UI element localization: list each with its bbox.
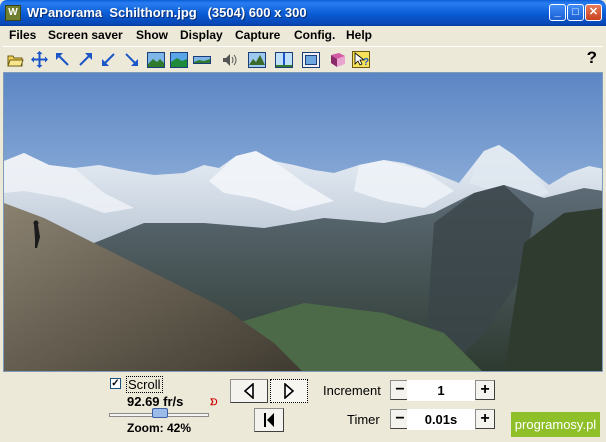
- control-panel: ✓ Scroll 92.69 fr/s ᗤ Zoom: 42% Incremen…: [0, 372, 606, 442]
- panorama-flat-button[interactable]: [191, 49, 212, 70]
- panorama-view-icon: [169, 51, 188, 68]
- book-button[interactable]: [327, 49, 348, 70]
- stretch-button[interactable]: [145, 49, 166, 70]
- fit-arrows-icon: [31, 51, 48, 68]
- maximize-icon: □: [572, 6, 579, 18]
- book-icon: [330, 52, 345, 67]
- checkmark-icon: ✓: [111, 378, 120, 389]
- play-left-icon: [243, 383, 254, 399]
- close-icon: ✕: [588, 6, 599, 18]
- play-left-button[interactable]: [230, 379, 268, 403]
- increment-plus-button[interactable]: +: [475, 380, 495, 400]
- panorama-image[interactable]: [3, 72, 603, 372]
- timer-value[interactable]: 0.01s: [407, 409, 475, 430]
- move-left-up-button[interactable]: [52, 49, 73, 70]
- landscape-button[interactable]: [246, 49, 267, 70]
- timer-plus-button[interactable]: +: [475, 409, 495, 429]
- help-cursor-button[interactable]: ?: [350, 49, 371, 70]
- panorama-view-button[interactable]: [168, 49, 189, 70]
- move-right-up-button[interactable]: [75, 49, 96, 70]
- menu-help[interactable]: Help: [346, 28, 372, 42]
- title-bar[interactable]: W WPanorama Schilthorn.jpg (3504) 600 x …: [0, 0, 606, 26]
- maximize-button[interactable]: □: [567, 4, 584, 21]
- help-button[interactable]: ?: [587, 48, 597, 68]
- scroll-checkbox[interactable]: ✓: [110, 378, 121, 389]
- stretch-image-icon: [146, 51, 165, 68]
- timer-label: Timer: [347, 412, 380, 427]
- move-left-down-button[interactable]: [98, 49, 119, 70]
- frame-rate: 92.69 fr/s: [127, 394, 184, 409]
- panorama-flat-icon: [192, 55, 211, 64]
- menu-display[interactable]: Display: [180, 28, 223, 42]
- menu-show[interactable]: Show: [136, 28, 168, 42]
- brand-badge[interactable]: programosy.pl: [511, 412, 600, 437]
- panorama-app-icon[interactable]: W: [5, 5, 21, 21]
- move-right-down-button[interactable]: [121, 49, 142, 70]
- toolbar: ? ?: [3, 46, 603, 72]
- menu-files[interactable]: Files: [9, 28, 36, 42]
- move-right-up-icon: [79, 53, 92, 66]
- horizon-icon: [274, 51, 293, 68]
- minimize-icon: _: [554, 6, 561, 18]
- move-left-up-icon: [56, 53, 69, 66]
- open-button[interactable]: [5, 49, 26, 70]
- speed-indicator-icon: ᗤ: [210, 397, 218, 407]
- window-title: WPanorama Schilthorn.jpg (3504) 600 x 30…: [27, 5, 307, 20]
- frame-icon: [301, 51, 320, 68]
- sound-icon: [223, 53, 237, 66]
- increment-value[interactable]: 1: [407, 380, 475, 401]
- landscape-icon: [247, 51, 266, 68]
- increment-label: Increment: [323, 383, 381, 398]
- move-left-down-icon: [102, 53, 115, 66]
- minimize-button[interactable]: _: [549, 4, 566, 21]
- zoom-slider-thumb[interactable]: [152, 408, 168, 418]
- horizon-button[interactable]: [273, 49, 294, 70]
- open-folder-icon: [7, 55, 24, 67]
- rewind-start-icon: [264, 413, 274, 427]
- frame-button[interactable]: [300, 49, 321, 70]
- play-right-button[interactable]: [270, 379, 308, 403]
- menu-capture[interactable]: Capture: [235, 28, 280, 42]
- rewind-start-button[interactable]: [254, 408, 284, 432]
- menu-config[interactable]: Config.: [294, 28, 335, 42]
- panorama-picture: [4, 73, 602, 371]
- zoom-level: Zoom: 42%: [127, 421, 192, 435]
- help-cursor-icon: ?: [351, 51, 370, 68]
- sound-button[interactable]: [219, 49, 240, 70]
- fit-button[interactable]: [29, 49, 50, 70]
- close-button[interactable]: ✕: [585, 4, 602, 21]
- move-right-down-icon: [125, 53, 138, 66]
- menu-screen-saver[interactable]: Screen saver: [48, 28, 123, 42]
- svg-text:?: ?: [363, 57, 369, 68]
- play-right-icon: [284, 383, 295, 399]
- menu-bar: Files Screen saver Show Display Capture …: [3, 26, 603, 45]
- scroll-label[interactable]: Scroll: [126, 376, 163, 393]
